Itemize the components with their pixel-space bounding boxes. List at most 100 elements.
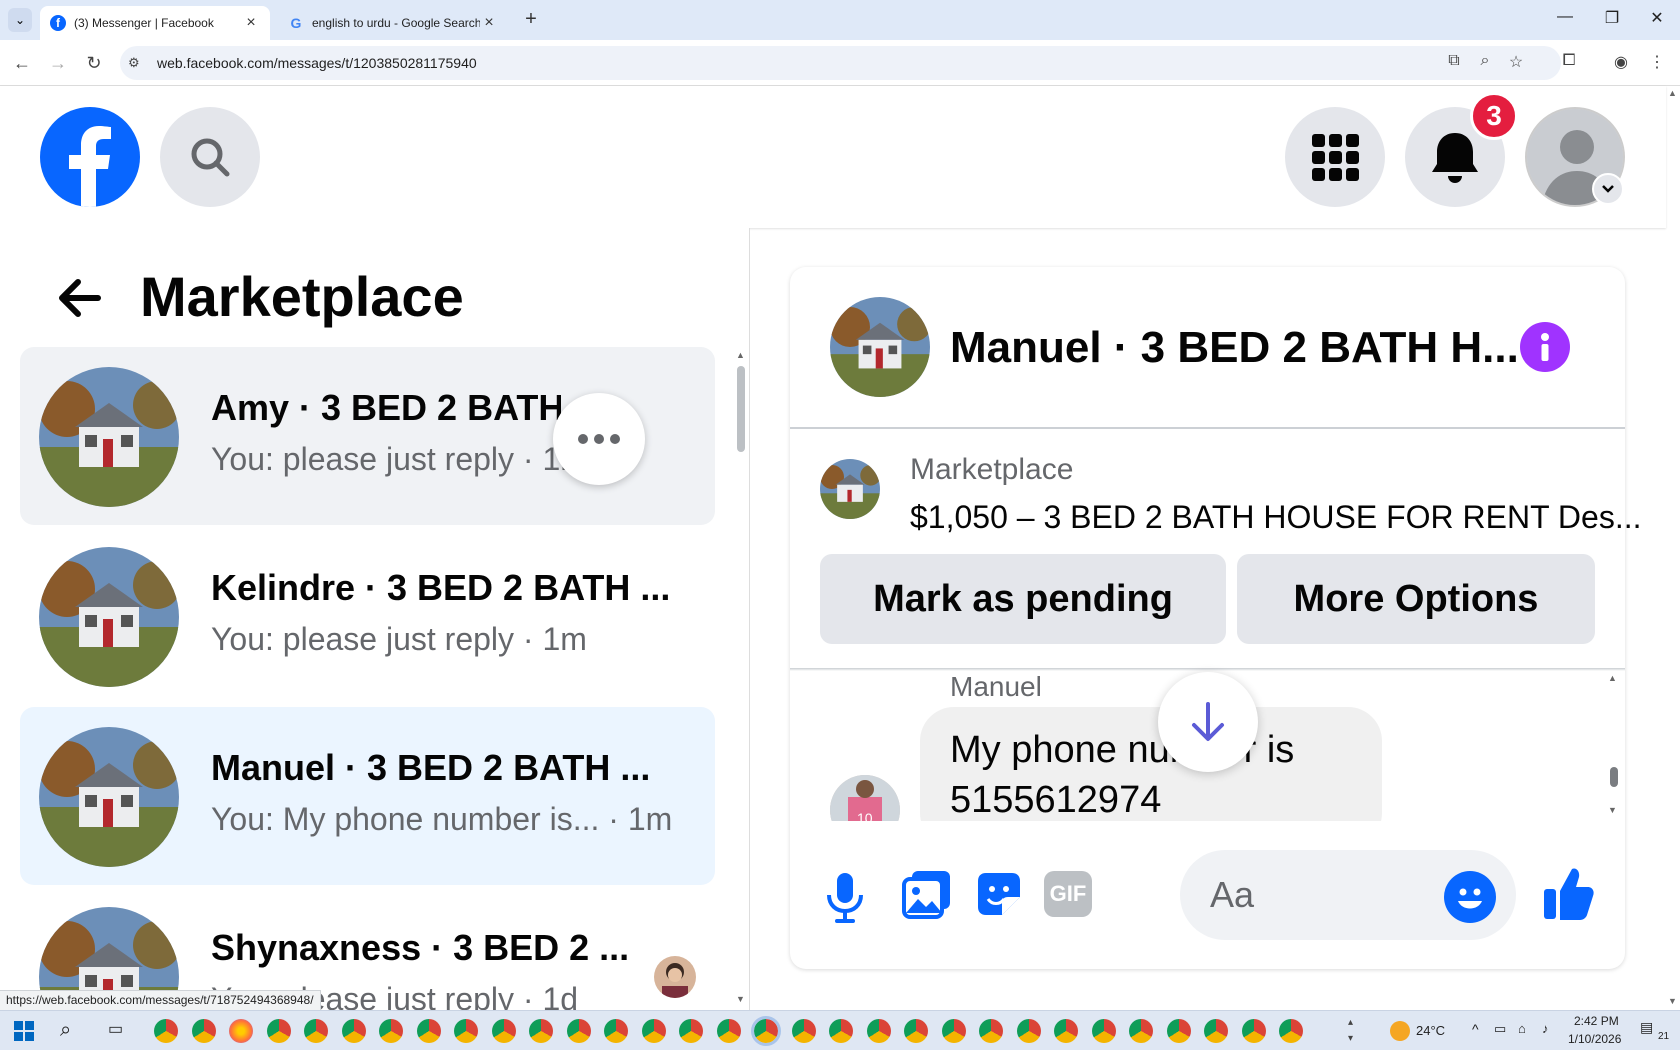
taskbar-browser-icon[interactable] (866, 1019, 891, 1043)
taskbar-browser-icon[interactable] (979, 1019, 1003, 1043)
install-app-icon[interactable]: ⧉ (1443, 52, 1465, 74)
conversation-name: Shynaxness · 3 BED 2 ... (211, 927, 630, 968)
search-button[interactable] (160, 107, 260, 207)
forward-icon[interactable]: → (45, 50, 71, 76)
menu-grid-icon (1312, 134, 1359, 181)
taskbar-browser-icon[interactable] (1241, 1019, 1266, 1043)
taskbar-browser-icon[interactable] (491, 1019, 516, 1043)
taskbar-browser-icon[interactable] (191, 1019, 216, 1043)
tab-search-dropdown[interactable]: ⌄ (8, 8, 32, 32)
task-view-icon[interactable]: ▭ (108, 1019, 132, 1043)
thumbs-up-icon[interactable] (1540, 863, 1596, 923)
taskbar-browser-icon[interactable] (904, 1019, 928, 1043)
notification-count: 3 (1486, 100, 1502, 131)
taskbar-browser-icon[interactable] (791, 1019, 816, 1043)
volume-icon[interactable]: ♪ (1542, 1021, 1549, 1036)
conversation-item-selected[interactable]: Manuel · 3 BED 2 BATH ... You: My phone … (20, 707, 715, 885)
taskbar-browser-icon[interactable] (679, 1019, 703, 1043)
taskbar-browser-icon[interactable] (751, 1016, 781, 1046)
battery-icon[interactable]: ▭ (1494, 1021, 1506, 1037)
info-icon[interactable] (1520, 322, 1570, 372)
chat-title[interactable]: Manuel · 3 BED 2 BATH H... (950, 323, 1519, 373)
taskbar-browser-icon[interactable] (1016, 1019, 1041, 1043)
clock-date[interactable]: 1/10/2026 (1568, 1032, 1621, 1046)
page-scroll-up-icon[interactable]: ▲ (1668, 88, 1677, 98)
listing-avatar[interactable] (820, 459, 880, 519)
message-scrollbar[interactable] (1610, 767, 1618, 787)
close-window-button[interactable]: ✕ (1642, 8, 1672, 32)
taskbar-browser-icon[interactable] (1204, 1019, 1228, 1043)
weather-icon[interactable] (1390, 1021, 1410, 1041)
close-tab-icon[interactable]: × (242, 14, 260, 32)
zoom-icon[interactable]: ⌕ (1474, 52, 1496, 74)
arrow-down-icon (1192, 702, 1224, 741)
scroll-to-bottom-button[interactable] (1158, 672, 1258, 772)
taskbar-browser-icon[interactable] (154, 1019, 178, 1043)
taskbar-browser-icon[interactable] (1129, 1019, 1153, 1043)
taskbar-browser-icon[interactable] (1091, 1019, 1116, 1043)
taskbar-browser-icon[interactable] (304, 1019, 328, 1043)
sticker-icon[interactable] (972, 867, 1026, 921)
taskbar-browser-icon[interactable] (1166, 1019, 1191, 1043)
reload-icon[interactable]: ↻ (81, 50, 107, 76)
taskbar-browser-icon[interactable] (829, 1019, 853, 1043)
chevron-down-icon[interactable] (1592, 173, 1624, 205)
back-arrow-icon[interactable] (50, 268, 110, 328)
minimize-button[interactable]: — (1550, 8, 1580, 32)
taskbar-browser-icon[interactable] (641, 1019, 666, 1043)
more-options-listing-button[interactable]: More Options (1237, 554, 1595, 644)
bookmark-star-icon[interactable]: ☆ (1505, 52, 1527, 74)
mark-as-pending-button[interactable]: Mark as pending (820, 554, 1226, 644)
tab-google-search[interactable]: G english to urdu - Google Search × (278, 6, 508, 40)
emoji-icon[interactable] (1444, 871, 1496, 923)
clock-time[interactable]: 2:42 PM (1574, 1014, 1619, 1028)
taskbar-browser-icon[interactable] (716, 1019, 741, 1043)
microphone-icon[interactable] (820, 867, 870, 927)
taskbar-browser-icon[interactable] (416, 1019, 441, 1043)
message-bubble[interactable]: My phone number is 5155612974 (920, 707, 1382, 821)
network-icon[interactable]: ⌂ (1518, 1021, 1526, 1036)
taskbar-browser-icon[interactable] (341, 1019, 366, 1043)
extensions-icon[interactable]: ⧠ (1558, 52, 1580, 74)
scroll-down-arrow-icon[interactable]: ▼ (736, 994, 745, 1004)
back-icon[interactable]: ← (9, 50, 35, 76)
photo-icon[interactable] (900, 867, 954, 921)
gif-icon[interactable]: GIF (1044, 871, 1092, 917)
menu-button[interactable] (1285, 107, 1385, 207)
chat-listing-avatar[interactable] (830, 297, 930, 397)
close-tab-icon[interactable]: × (480, 14, 498, 32)
chrome-menu-icon[interactable]: ⋮ (1646, 52, 1668, 74)
facebook-logo-icon[interactable] (40, 107, 140, 207)
tab-title: (3) Messenger | Facebook (74, 16, 214, 30)
new-tab-button[interactable]: + (520, 8, 542, 30)
page-scroll-down-icon[interactable]: ▼ (1668, 996, 1677, 1006)
profile-icon[interactable]: ◉ (1610, 52, 1632, 74)
sender-avatar[interactable]: 10 (830, 775, 900, 821)
scroll-down-arrow-icon[interactable]: ▼ (1608, 805, 1617, 815)
taskbar-browser-icon[interactable] (1279, 1019, 1303, 1043)
taskbar-browser-icon[interactable] (566, 1019, 591, 1043)
temperature[interactable]: 24°C (1416, 1023, 1445, 1038)
windows-start-icon[interactable] (14, 1021, 34, 1041)
taskbar-search-icon[interactable]: ⌕ (60, 1019, 84, 1043)
taskbar-browser-icon[interactable] (379, 1019, 403, 1043)
scroll-up-arrow-icon[interactable]: ▲ (736, 350, 745, 360)
url-text[interactable]: web.facebook.com/messages/t/120385028117… (157, 55, 477, 71)
tray-chevron-icon[interactable]: ^ (1472, 1021, 1479, 1037)
taskbar-browser-icon[interactable] (529, 1019, 553, 1043)
taskbar-browser-icon[interactable] (266, 1019, 291, 1043)
taskbar-browser-icon[interactable] (454, 1019, 478, 1043)
taskbar-browser-icon[interactable] (1054, 1019, 1078, 1043)
taskbar-overflow-icon[interactable]: ▴ ▾ (1348, 1015, 1353, 1047)
taskbar-browser-icon[interactable] (604, 1019, 628, 1043)
conversation-item[interactable]: Kelindre · 3 BED 2 BATH ... You: please … (20, 527, 715, 705)
restore-button[interactable]: ❐ (1597, 8, 1627, 32)
taskbar-browser-icon[interactable] (229, 1019, 253, 1043)
taskbar-browser-icon[interactable] (941, 1019, 966, 1043)
scroll-up-arrow-icon[interactable]: ▲ (1608, 673, 1617, 683)
conversation-list-scrollbar[interactable] (737, 366, 745, 452)
listing-title[interactable]: $1,050 – 3 BED 2 BATH HOUSE FOR RENT Des… (910, 499, 1642, 536)
tab-messenger[interactable]: f (3) Messenger | Facebook × (40, 6, 270, 40)
site-info-icon[interactable]: ⚙ (128, 55, 144, 71)
more-options-button[interactable] (553, 393, 645, 485)
